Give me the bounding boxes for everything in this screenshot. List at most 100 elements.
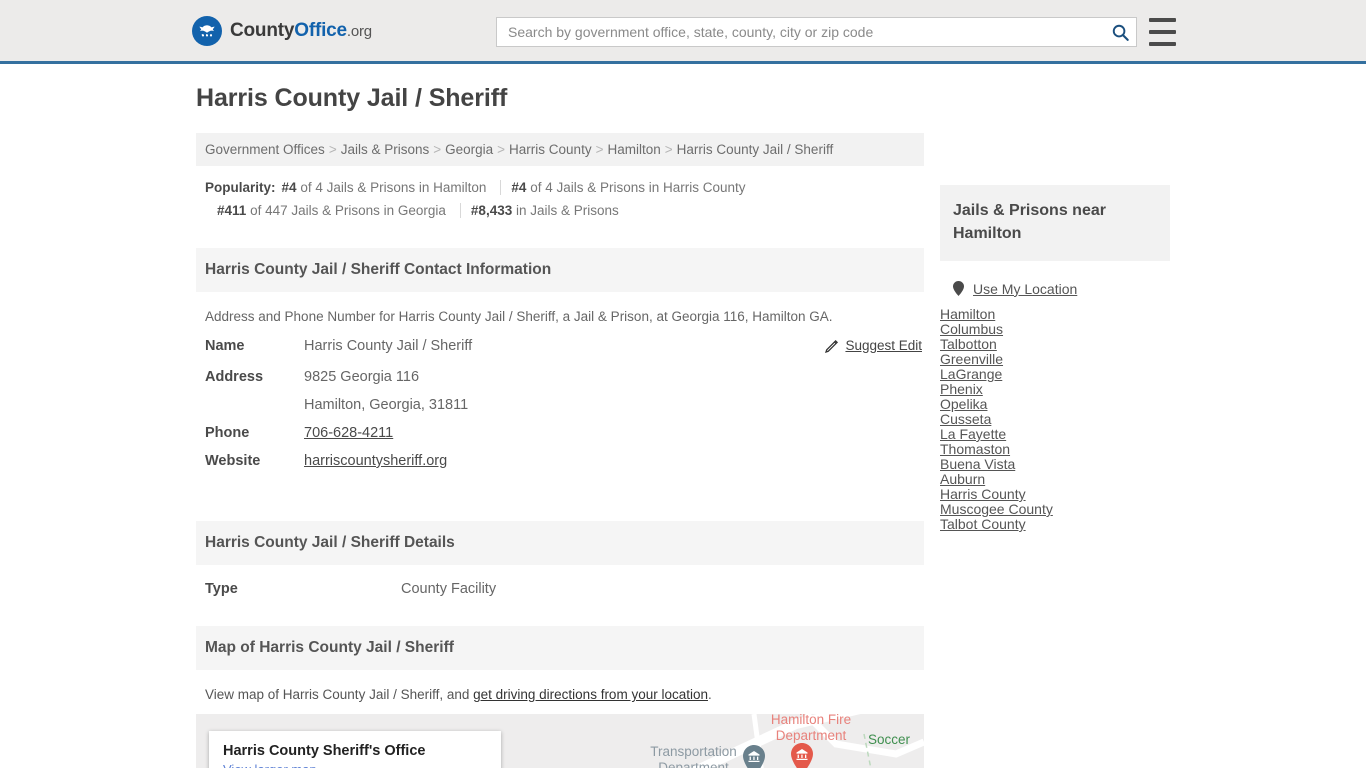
search-button[interactable] <box>1107 20 1133 44</box>
use-my-location-link[interactable]: Use My Location <box>973 282 1077 296</box>
breadcrumb-item-2[interactable]: Georgia <box>445 142 493 157</box>
sidebar-item-muscogee-county[interactable]: Muscogee County <box>940 502 1053 516</box>
sidebar-item-la-fayette[interactable]: La Fayette <box>940 427 1006 441</box>
map-intro-prefix: View map of Harris County Jail / Sheriff… <box>205 687 474 702</box>
map-embed[interactable]: Hamilton Fire Department Transportation … <box>196 714 924 768</box>
list-item: Columbus <box>940 322 1170 337</box>
table-row: Website harriscountysheriff.org <box>196 447 924 475</box>
details-key-type: Type <box>205 581 238 597</box>
sidebar-item-thomaston[interactable]: Thomaston <box>940 442 1010 456</box>
contact-table: Name Harris County Jail / Sheriff Sugges… <box>196 332 924 475</box>
map-intro-suffix: . <box>707 687 712 702</box>
search-bar <box>496 17 1137 47</box>
hamilton-fire-department-pin[interactable] <box>789 742 815 768</box>
list-item: Greenville <box>940 352 1170 367</box>
popularity-rank-2: #411 <box>217 203 247 218</box>
contact-section-description: Address and Phone Number for Harris Coun… <box>205 309 833 324</box>
menu-bar-1 <box>1149 18 1176 22</box>
contact-value-phone-cell: 706-628-4211 <box>304 419 774 447</box>
map-label-line-2: Department <box>775 728 847 743</box>
logo-part-tld: .org <box>346 22 372 40</box>
breadcrumb-item-3[interactable]: Harris County <box>509 142 592 157</box>
logo-part-county: County <box>230 19 295 41</box>
contact-value-address-line1: 9825 Georgia 116 <box>304 369 420 385</box>
list-item: Talbot County <box>940 517 1170 532</box>
phone-link[interactable]: 706-628-4211 <box>304 425 393 441</box>
popularity-item-2: #411 of 447 Jails & Prisons in Georgia <box>217 203 461 218</box>
breadcrumb: Government Offices > Jails & Prisons > Georg… <box>196 133 924 166</box>
suggest-edit-label: Suggest Edit <box>845 338 922 353</box>
transportation-department-pin[interactable] <box>741 744 767 768</box>
popularity-label: Popularity: <box>205 180 276 195</box>
main-content: Harris County Jail / Sheriff Government … <box>196 84 924 768</box>
details-section-heading: Harris County Jail / Sheriff Details <box>196 521 924 565</box>
breadcrumb-item-5: Harris County Jail / Sheriff <box>676 142 834 157</box>
popularity-stats: Popularity: #4 of 4 Jails & Prisons in Ha… <box>196 166 924 226</box>
popularity-rank-1: #4 <box>511 180 527 195</box>
contact-section-heading: Harris County Jail / Sheriff Contact Inf… <box>196 248 924 292</box>
sidebar-item-harris-county[interactable]: Harris County <box>940 487 1026 501</box>
menu-bar-3 <box>1149 42 1176 46</box>
map-label-line-2: Department <box>658 760 729 768</box>
map-intro: View map of Harris County Jail / Sheriff… <box>196 670 924 714</box>
table-row: Name Harris County Jail / Sheriff Sugges… <box>196 332 924 363</box>
list-item: Harris County <box>940 487 1170 502</box>
site-header: CountyOffice.org <box>0 0 1366 64</box>
sidebar-item-phenix[interactable]: Phenix <box>940 382 983 396</box>
popularity-text-1: of 4 Jails & Prisons in Harris County <box>530 180 746 195</box>
list-item: Buena Vista <box>940 457 1170 472</box>
suggest-edit-cell: Suggest Edit <box>774 332 924 363</box>
sidebar-item-lagrange[interactable]: LaGrange <box>940 367 1002 381</box>
page-title: Harris County Jail / Sheriff <box>196 84 508 112</box>
popularity-text-0: of 4 Jails & Prisons in Hamilton <box>300 180 487 195</box>
breadcrumb-item-4[interactable]: Hamilton <box>607 142 660 157</box>
map-label-soccer: Soccer <box>868 732 910 748</box>
contact-key-address: Address <box>205 369 264 385</box>
sidebar-item-opelika[interactable]: Opelika <box>940 397 987 411</box>
list-item: Cusseta <box>940 412 1170 427</box>
sidebar-item-greenville[interactable]: Greenville <box>940 352 1003 366</box>
contact-key-name: Name <box>205 338 245 354</box>
sidebar-item-use-my-location[interactable]: Use My Location <box>940 261 1170 307</box>
table-row: Type County Facility <box>196 573 924 605</box>
map-label-transportation-department: Transportation Department <box>631 744 756 768</box>
pencil-edit-icon <box>825 339 839 354</box>
popularity-line-2: #411 of 447 Jails & Prisons in Georgia #8… <box>205 199 924 222</box>
contact-value-name: Harris County Jail / Sheriff <box>304 338 473 354</box>
list-item: La Fayette <box>940 427 1170 442</box>
list-item: Auburn <box>940 472 1170 487</box>
breadcrumb-separator: > <box>497 142 506 157</box>
sidebar-item-hamilton[interactable]: Hamilton <box>940 307 995 321</box>
website-link[interactable]: harriscountysheriff.org <box>304 453 447 469</box>
sidebar: Jails & Prisons near Hamilton Use My Loc… <box>940 185 1170 532</box>
table-row: Hamilton, Georgia, 31811 <box>196 391 924 419</box>
contact-value-website-cell: harriscountysheriff.org <box>304 447 774 475</box>
menu-bar-2 <box>1149 30 1176 34</box>
list-item: Phenix <box>940 382 1170 397</box>
suggest-edit-button[interactable]: Suggest Edit <box>825 338 922 354</box>
sidebar-nearby-list: Hamilton Columbus Talbotton Greenville LaGra… <box>940 307 1170 532</box>
list-item: LaGrange <box>940 367 1170 382</box>
logo-part-office: Office <box>294 19 347 41</box>
sidebar-item-talbot-county[interactable]: Talbot County <box>940 517 1026 531</box>
popularity-item-0: #4 of 4 Jails & Prisons in Hamilton <box>281 180 502 195</box>
breadcrumb-separator: > <box>433 142 442 157</box>
sidebar-item-talbotton[interactable]: Talbotton <box>940 337 997 351</box>
sidebar-item-cusseta[interactable]: Cusseta <box>940 412 991 426</box>
driving-directions-link[interactable]: get driving directions from your locatio… <box>473 687 708 702</box>
list-item: Hamilton <box>940 307 1170 322</box>
popularity-line-1: Popularity: #4 of 4 Jails & Prisons in Ha… <box>205 176 924 199</box>
map-info-card: Harris County Sheriff's Office View larg… <box>209 731 501 768</box>
hamburger-menu-icon[interactable] <box>1149 18 1176 46</box>
breadcrumb-item-0[interactable]: Government Offices <box>205 142 325 157</box>
table-row: Address 9825 Georgia 116 <box>196 363 924 391</box>
breadcrumb-item-1[interactable]: Jails & Prisons <box>341 142 430 157</box>
site-logo[interactable]: CountyOffice.org <box>192 15 372 46</box>
view-larger-map-link[interactable]: View larger map <box>223 762 317 768</box>
list-item: Talbotton <box>940 337 1170 352</box>
search-input[interactable] <box>496 17 1137 47</box>
sidebar-item-columbus[interactable]: Columbus <box>940 322 1003 336</box>
sidebar-item-auburn[interactable]: Auburn <box>940 472 985 486</box>
list-item: Opelika <box>940 397 1170 412</box>
sidebar-item-buena-vista[interactable]: Buena Vista <box>940 457 1015 471</box>
